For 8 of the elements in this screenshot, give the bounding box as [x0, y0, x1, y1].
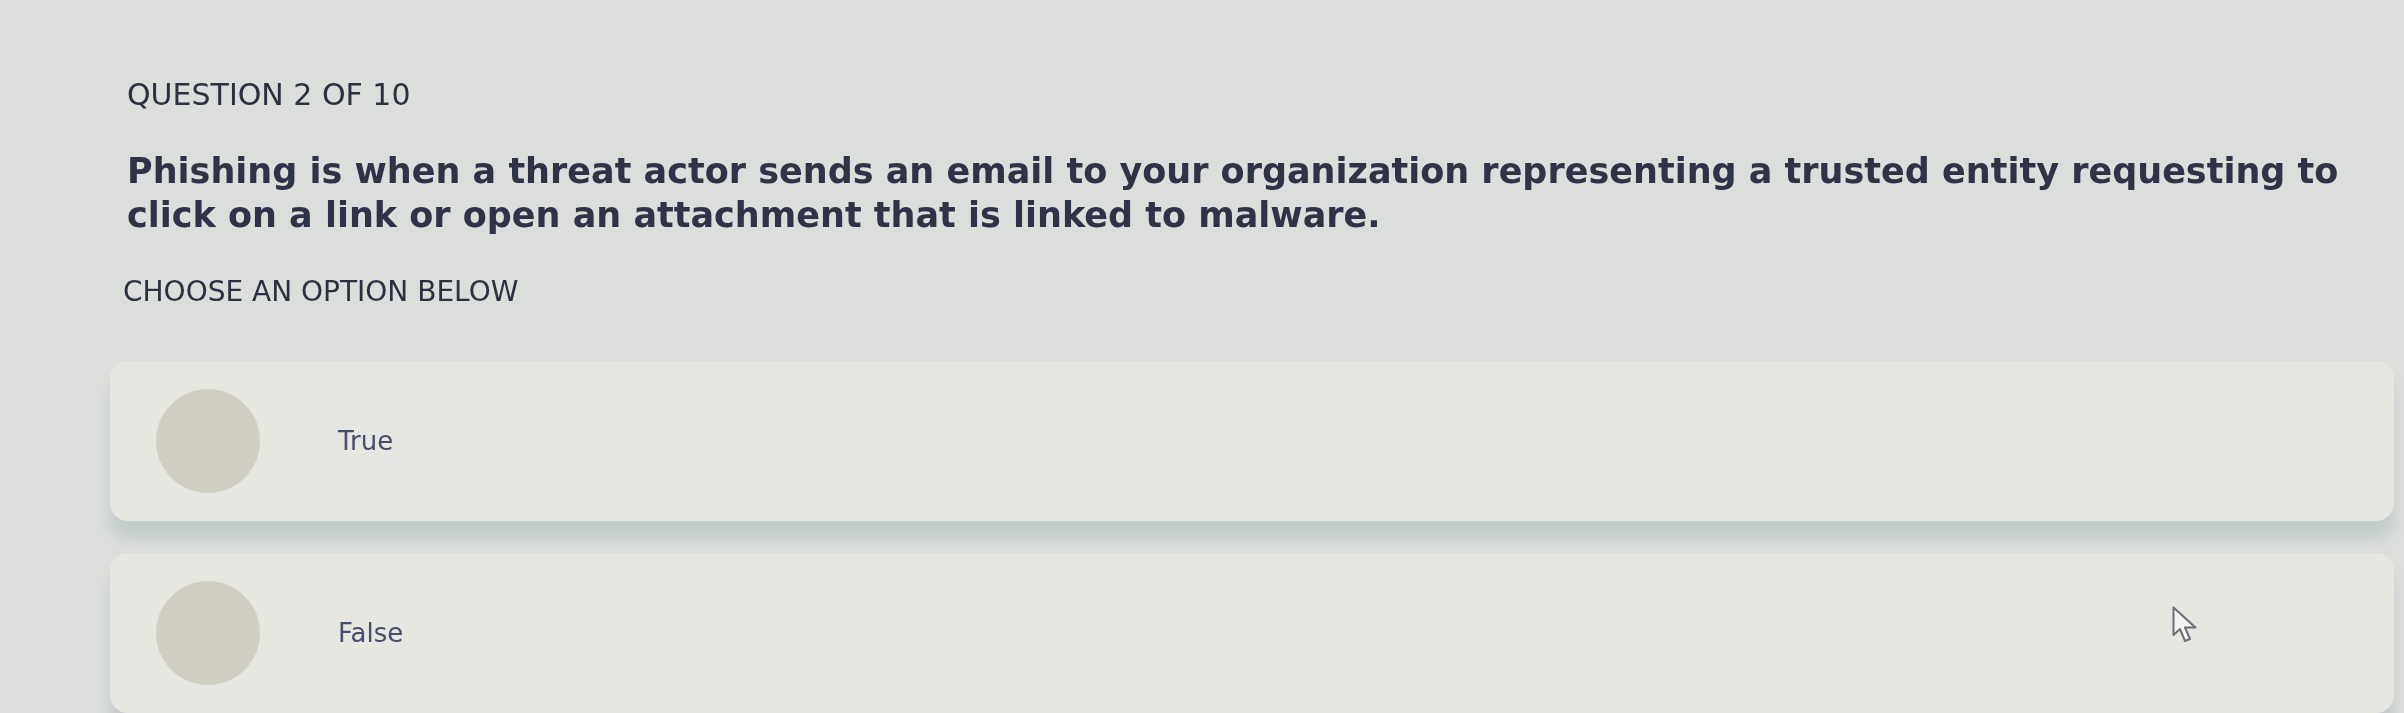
option-label: True: [338, 425, 394, 457]
question-counter: QUESTION 2 OF 10: [127, 77, 411, 113]
option-card[interactable]: False: [110, 553, 2394, 713]
option-card[interactable]: True: [110, 361, 2394, 521]
mouse-pointer-icon: [2172, 606, 2198, 643]
option-label: False: [338, 617, 404, 649]
instruction-label: CHOOSE AN OPTION BELOW: [123, 275, 519, 309]
question-text: Phishing is when a threat actor sends an email to your organization representing a trusted entity requesting to click on a link or open an attachment that is linked to malware.: [127, 150, 2340, 237]
